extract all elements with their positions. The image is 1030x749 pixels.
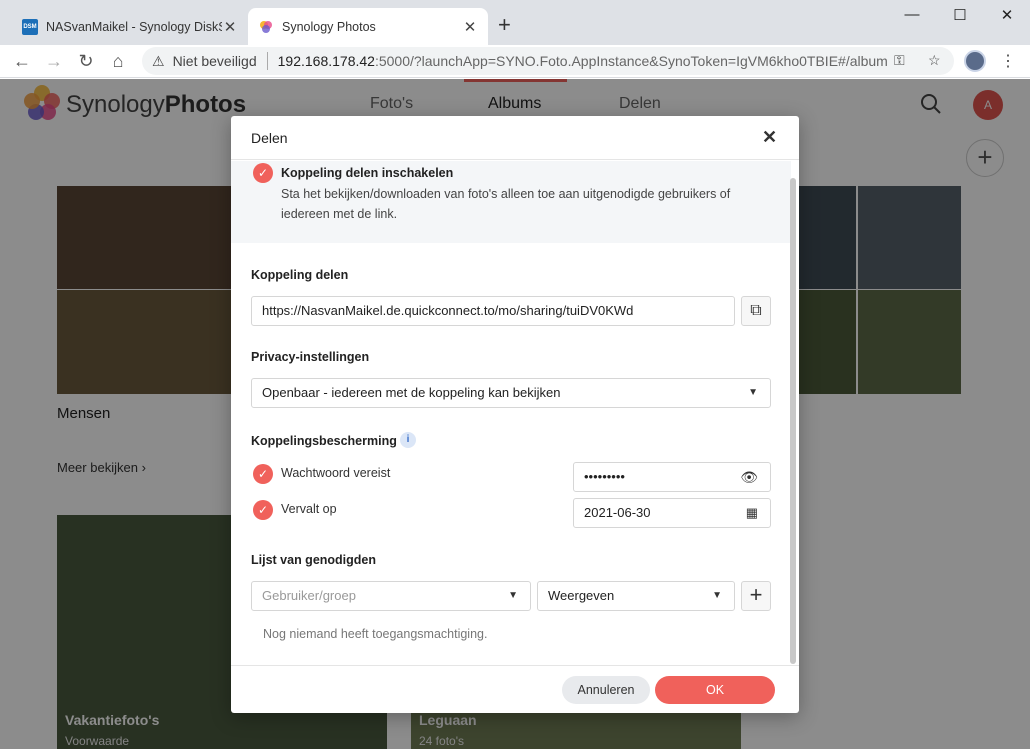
close-tab-icon[interactable]: ✕ bbox=[462, 18, 478, 36]
enable-sharing-description: Sta het bekijken/downloaden van foto's a… bbox=[281, 187, 731, 221]
profile-avatar[interactable] bbox=[964, 50, 986, 72]
copy-link-button[interactable]: ⧉ bbox=[741, 296, 771, 326]
url-host: 192.168.178.42 bbox=[277, 53, 375, 69]
dialog-title: Delen bbox=[251, 130, 288, 146]
invite-section-title: Lijst van genodigden bbox=[251, 553, 377, 567]
browser-tab-dsm[interactable]: DSM NASvanMaikel - Synology DiskSt ✕ bbox=[12, 8, 248, 45]
dropdown-arrow-icon: ▼ bbox=[748, 387, 758, 398]
permission-select[interactable]: Weergeven ▼ bbox=[537, 581, 735, 611]
minimize-button[interactable]: — bbox=[900, 6, 924, 23]
url-rest: :5000/?launchApp=SYNO.Foto.AppInstance&S… bbox=[374, 53, 888, 69]
dialog-header: Delen ✕ bbox=[231, 116, 799, 160]
copy-icon: ⧉ bbox=[750, 302, 762, 319]
password-required-checkbox[interactable]: ✓ bbox=[253, 464, 273, 484]
expires-label[interactable]: Vervalt op bbox=[281, 502, 337, 516]
privacy-select[interactable]: Openbaar - iedereen met de koppeling kan… bbox=[251, 378, 771, 408]
dsm-favicon-icon: DSM bbox=[22, 18, 38, 35]
close-window-button[interactable]: ✕ bbox=[995, 6, 1019, 24]
calendar-icon[interactable]: ▦ bbox=[746, 499, 758, 527]
share-link-field[interactable]: https://NasvanMaikel.de.quickconnect.to/… bbox=[251, 296, 735, 326]
eye-icon[interactable]: 👁 bbox=[740, 463, 758, 491]
password-field[interactable]: ••••••••• 👁 bbox=[573, 462, 771, 492]
new-tab-button[interactable]: + bbox=[498, 14, 511, 36]
password-required-label[interactable]: Wachtwoord vereist bbox=[281, 466, 390, 480]
address-bar[interactable]: ⚠ Niet beveiligd 192.168.178.42 :5000/?l… bbox=[142, 47, 954, 75]
reload-button[interactable]: ↻ bbox=[74, 49, 98, 73]
link-section-title: Koppeling delen bbox=[251, 268, 349, 282]
user-group-placeholder: Gebruiker/groep bbox=[262, 588, 356, 603]
expires-checkbox[interactable]: ✓ bbox=[253, 500, 273, 520]
enable-sharing-label[interactable]: Koppeling delen inschakelen bbox=[281, 166, 453, 180]
add-invitee-button[interactable]: + bbox=[741, 581, 771, 611]
warning-icon[interactable]: ⚠ bbox=[152, 53, 165, 70]
browser-tab-bar: DSM NASvanMaikel - Synology DiskSt ✕ Syn… bbox=[0, 0, 1030, 45]
security-label[interactable]: Niet beveiligd bbox=[173, 53, 257, 69]
protection-section-title: Koppelingsbescherming bbox=[251, 434, 397, 448]
photos-favicon-icon bbox=[258, 19, 274, 35]
close-tab-icon[interactable]: ✕ bbox=[222, 18, 238, 36]
enable-sharing-block: ✓ Koppeling delen inschakelen Sta het be… bbox=[231, 161, 791, 243]
ok-button[interactable]: OK bbox=[655, 676, 775, 704]
cancel-button[interactable]: Annuleren bbox=[562, 676, 650, 704]
home-button[interactable]: ⌂ bbox=[106, 49, 130, 73]
tab-title: Synology Photos bbox=[282, 19, 376, 34]
enable-sharing-checkbox[interactable]: ✓ bbox=[253, 163, 273, 183]
privacy-section-title: Privacy-instellingen bbox=[251, 350, 370, 364]
expiry-date-field[interactable]: 2021-06-30 ▦ bbox=[573, 498, 771, 528]
browser-toolbar: ← → ↻ ⌂ ⚠ Niet beveiligd 192.168.178.42 … bbox=[0, 45, 1030, 78]
password-value: ••••••••• bbox=[584, 469, 625, 484]
omnibox-divider bbox=[266, 52, 268, 70]
key-icon[interactable]: ⚿ bbox=[894, 52, 905, 69]
dialog-footer: Annuleren OK bbox=[231, 665, 799, 713]
dropdown-arrow-icon: ▼ bbox=[508, 590, 518, 601]
browser-tab-photos[interactable]: Synology Photos ✕ bbox=[248, 8, 488, 45]
dropdown-arrow-icon: ▼ bbox=[712, 590, 722, 601]
close-icon[interactable]: ✕ bbox=[762, 127, 777, 148]
share-dialog: Delen ✕ ✓ Koppeling delen inschakelen St… bbox=[231, 116, 799, 713]
tab-title: NASvanMaikel - Synology DiskSt bbox=[46, 19, 222, 34]
forward-button[interactable]: → bbox=[42, 49, 66, 73]
browser-menu-icon[interactable]: ⋮ bbox=[1000, 51, 1016, 71]
back-button[interactable]: ← bbox=[10, 49, 34, 73]
expiry-date-value: 2021-06-30 bbox=[584, 505, 651, 520]
info-icon[interactable]: i bbox=[400, 432, 416, 448]
empty-invite-list-text: Nog niemand heeft toegangsmachtiging. bbox=[263, 627, 488, 641]
permission-value: Weergeven bbox=[548, 588, 615, 603]
bookmark-star-icon[interactable]: ☆ bbox=[928, 52, 941, 69]
user-group-select[interactable]: Gebruiker/groep ▼ bbox=[251, 581, 531, 611]
plus-icon: + bbox=[749, 582, 763, 607]
maximize-button[interactable]: ☐ bbox=[948, 6, 972, 24]
dialog-scrollbar[interactable] bbox=[790, 178, 796, 664]
privacy-select-value: Openbaar - iedereen met de koppeling kan… bbox=[262, 385, 561, 400]
